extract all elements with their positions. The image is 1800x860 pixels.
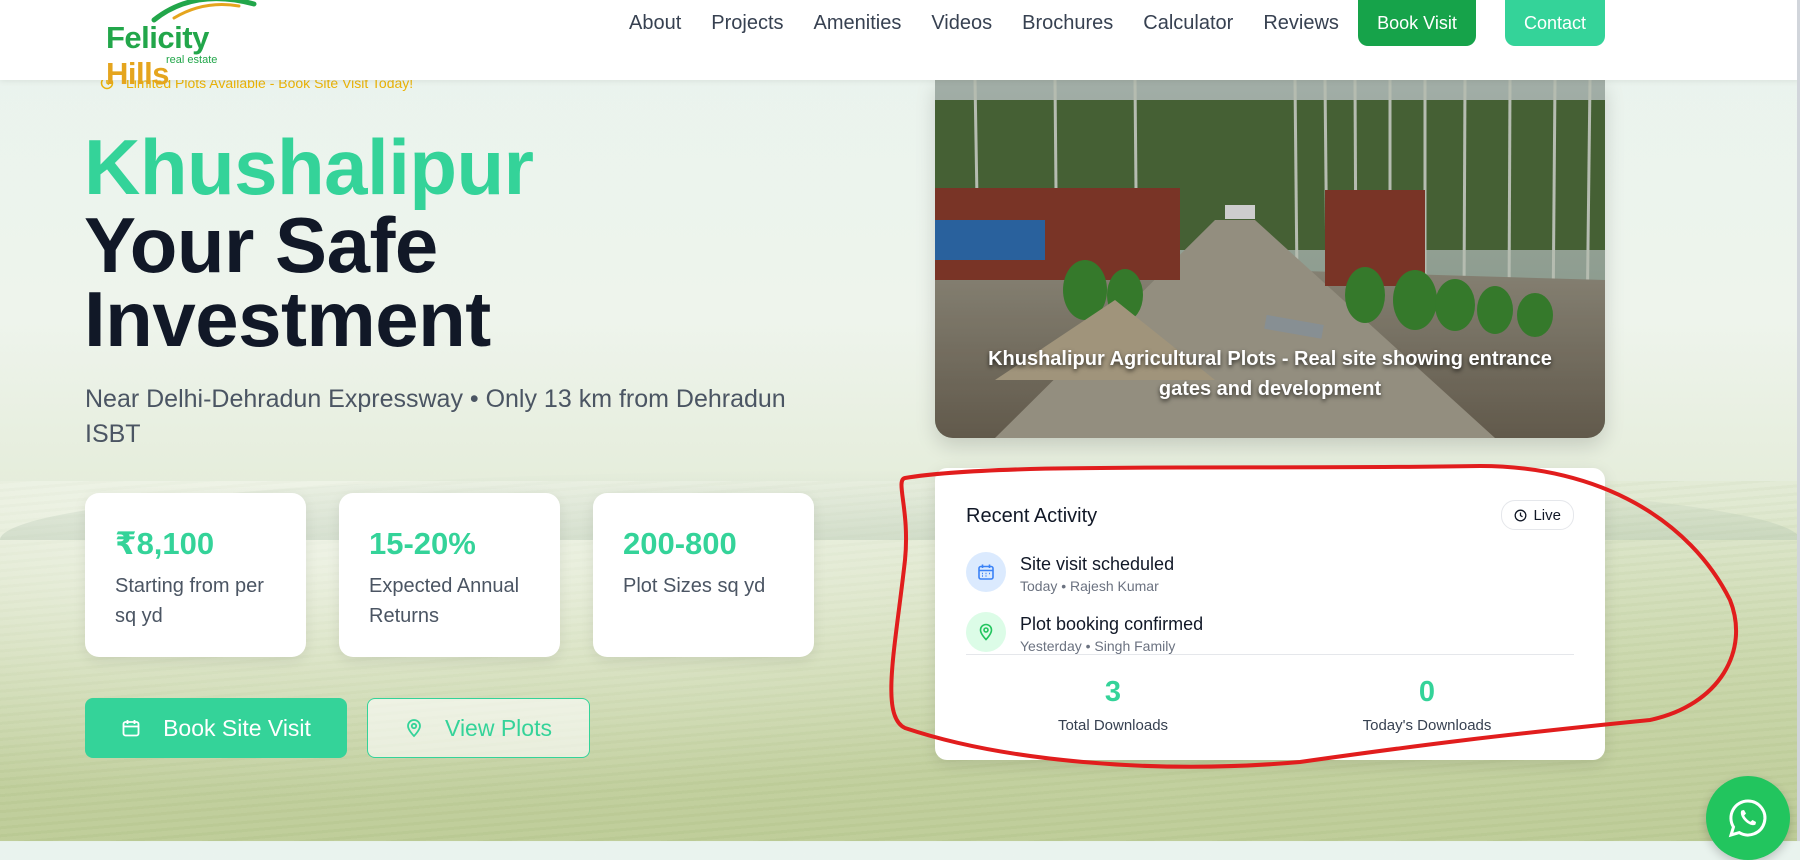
stat-label: Starting from per sq yd — [115, 575, 264, 627]
stat-card-price: ₹8,100 Starting from per sq yd — [85, 493, 306, 657]
brand-name-part2: Hills — [106, 56, 169, 91]
hero-subtitle: Near Delhi-Dehradun Expressway • Only 13… — [85, 385, 786, 448]
nav-videos[interactable]: Videos — [931, 12, 992, 35]
whatsapp-icon — [1728, 799, 1767, 838]
hero-title-highlight: Khushalipur — [84, 123, 534, 211]
map-pin-icon — [979, 623, 993, 641]
view-plots-button[interactable]: View Plots — [367, 698, 590, 758]
calendar-icon — [122, 720, 140, 737]
todays-downloads: 0 Today's Downloads — [1277, 676, 1577, 734]
nav-calculator[interactable]: Calculator — [1143, 12, 1233, 35]
activity-meta: Yesterday • Singh Family — [1020, 638, 1176, 654]
nav-projects[interactable]: Projects — [711, 12, 783, 35]
site-photo-caption: Khushalipur Agricultural Plots - Real si… — [988, 348, 1552, 400]
hero-title: Your Safe Investment — [84, 201, 491, 363]
stat-value: 200-800 — [623, 526, 737, 561]
live-badge: Live — [1501, 500, 1574, 530]
activity-divider — [966, 654, 1574, 655]
stat-label: Expected Annual Returns — [369, 575, 520, 627]
brand-logo[interactable]: Felicity Hills real estate — [104, 0, 274, 91]
calendar-icon — [978, 564, 994, 580]
nav-reviews[interactable]: Reviews — [1263, 12, 1339, 35]
todays-downloads-label: Today's Downloads — [1362, 717, 1492, 734]
brand-tagline: real estate — [166, 54, 218, 66]
total-downloads: 3 Total Downloads — [963, 676, 1263, 734]
hero-title-line2: Your Safe — [84, 201, 438, 289]
hero-title-line3: Investment — [84, 275, 491, 363]
recent-activity-title: Recent Activity — [966, 505, 1098, 527]
activity-meta: Today • Rajesh Kumar — [1020, 578, 1159, 594]
whatsapp-button[interactable] — [1706, 776, 1790, 860]
activity-icon-badge — [966, 552, 1006, 592]
nav-amenities[interactable]: Amenities — [814, 12, 902, 35]
total-downloads-label: Total Downloads — [1057, 717, 1169, 734]
total-downloads-value: 3 — [1104, 676, 1122, 708]
activity-icon-badge — [966, 612, 1006, 652]
main-nav: About Projects Amenities Videos Brochure… — [629, 0, 1369, 46]
recent-activity-card: Recent Activity Live Site visit schedule… — [935, 468, 1605, 760]
activity-text: Site visit scheduled — [1020, 554, 1175, 574]
contact-button[interactable]: Contact — [1505, 0, 1605, 46]
stat-card-returns: 15-20% Expected Annual Returns — [339, 493, 560, 657]
book-site-visit-label: Book Site Visit — [163, 714, 311, 741]
live-label: Live — [1533, 506, 1561, 524]
book-site-visit-button[interactable]: Book Site Visit — [85, 698, 347, 758]
clock-icon — [1515, 509, 1527, 521]
brand-name-part1: Felicity — [106, 20, 209, 55]
todays-downloads-value: 0 — [1418, 676, 1436, 708]
activity-text: Plot booking confirmed — [1020, 614, 1204, 634]
stat-value: 15-20% — [369, 526, 476, 561]
map-pin-icon — [407, 719, 421, 738]
nav-brochures[interactable]: Brochures — [1022, 12, 1113, 35]
site-photo: Khushalipur Agricultural Plots - Real si… — [935, 80, 1605, 438]
stat-card-plot-sizes: 200-800 Plot Sizes sq yd — [593, 493, 814, 657]
book-visit-button[interactable]: Book Visit — [1358, 0, 1476, 46]
stat-label: Plot Sizes sq yd — [623, 575, 766, 597]
stat-value: ₹8,100 — [115, 526, 215, 561]
site-header: Felicity Hills real estate About Project… — [0, 0, 1800, 91]
nav-about[interactable]: About — [629, 12, 681, 35]
view-plots-label: View Plots — [445, 714, 552, 741]
